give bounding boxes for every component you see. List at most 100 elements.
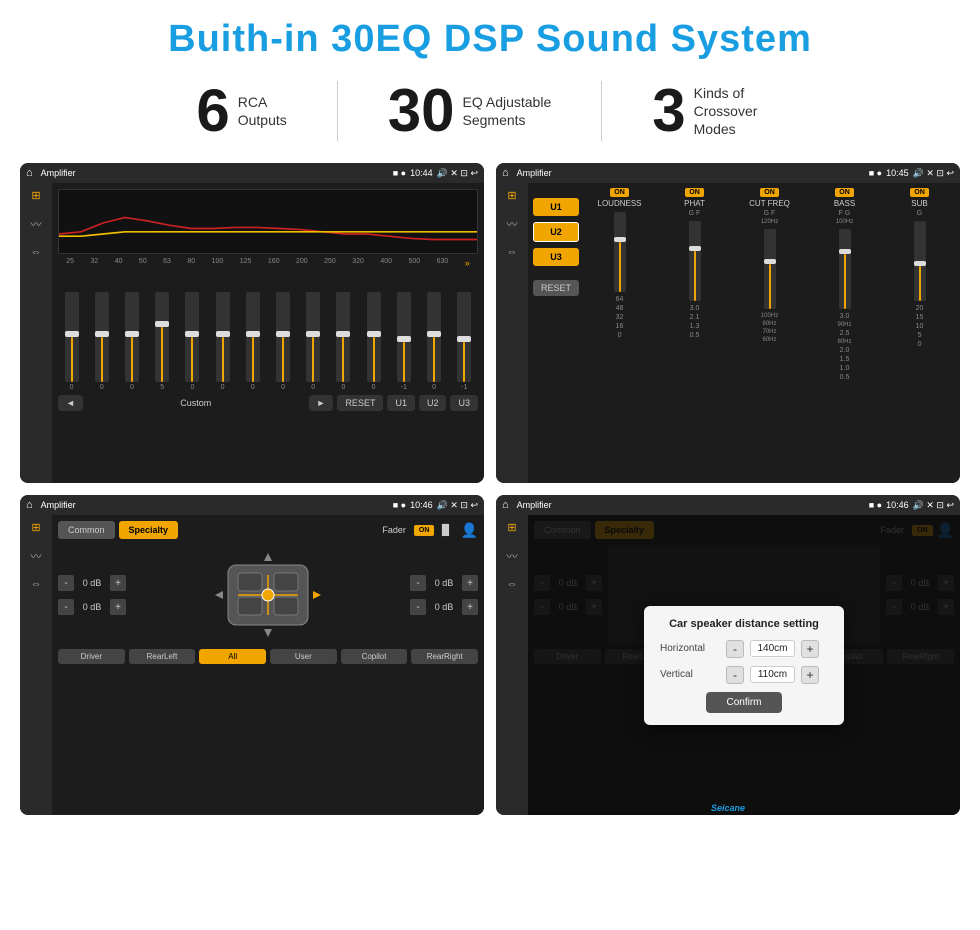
- sidebar-wave-icon[interactable]: 〰: [31, 216, 42, 232]
- u1-btn[interactable]: U1: [387, 395, 415, 411]
- bass-val1: 3.0: [840, 313, 850, 320]
- specialty-tab[interactable]: Specialty: [119, 521, 179, 539]
- slider-track-13[interactable]: [427, 292, 441, 382]
- common-tab[interactable]: Common: [58, 521, 115, 539]
- reset-btn[interactable]: RESET: [337, 395, 383, 411]
- eq-chart-svg: [59, 190, 477, 254]
- slider-track-5[interactable]: [185, 292, 199, 382]
- slider-track-10[interactable]: [336, 292, 350, 382]
- slider-track-1[interactable]: [65, 292, 79, 382]
- slider-track-9[interactable]: [306, 292, 320, 382]
- minus-btn-tr[interactable]: -: [410, 575, 426, 591]
- profile-icon[interactable]: 👤: [461, 522, 478, 539]
- rearright-btn[interactable]: RearRight: [411, 649, 478, 664]
- sidebar-eq-icon-3[interactable]: ⊞: [31, 521, 40, 534]
- bass-freq1: 100Hz: [836, 219, 853, 225]
- plus-btn-tl[interactable]: +: [110, 575, 126, 591]
- stat-eq-number: 30: [388, 81, 455, 141]
- u2-btn[interactable]: U2: [419, 395, 447, 411]
- sidebar-arrows-icon-3[interactable]: ⇔: [31, 578, 42, 590]
- status-bar-3: ⌂ Amplifier ■ ● 10:46 🔊 ✕ ⊡ ↩: [20, 495, 484, 515]
- u2-crossover-btn[interactable]: U2: [533, 222, 579, 242]
- slider-track-4[interactable]: [155, 292, 169, 382]
- phat-slider[interactable]: [689, 221, 701, 301]
- minus-btn-tl[interactable]: -: [58, 575, 74, 591]
- slider-val-9: 0: [311, 384, 315, 391]
- plus-btn-br[interactable]: +: [462, 599, 478, 615]
- sidebar-wave-icon-2[interactable]: 〰: [507, 216, 518, 232]
- top-controls: Common Specialty Fader ON ▐▌ 👤: [58, 521, 478, 539]
- screen-content-1: ⊞ 〰 ⇔ 2532405063 80100125160200 25032040…: [20, 183, 484, 483]
- channel-name-bass: BASS: [834, 199, 855, 208]
- vertical-plus-btn[interactable]: +: [801, 666, 819, 684]
- bass-slider[interactable]: [839, 229, 851, 309]
- slider-col-9: 0: [306, 292, 320, 391]
- bass-val5: 1.0: [840, 365, 850, 372]
- home-icon-4[interactable]: ⌂: [502, 499, 509, 511]
- plus-btn-bl[interactable]: +: [110, 599, 126, 615]
- on-badge-phat[interactable]: ON: [685, 188, 704, 197]
- channel-loudness: ON LOUDNESS 64 48 32 16 0: [584, 188, 655, 478]
- slider-track-11[interactable]: [367, 292, 381, 382]
- sidebar-eq-icon-4[interactable]: ⊞: [507, 521, 516, 534]
- sidebar-wave-icon-4[interactable]: 〰: [507, 548, 518, 564]
- confirm-button[interactable]: Confirm: [706, 692, 781, 713]
- sidebar-1: ⊞ 〰 ⇔: [20, 183, 52, 483]
- slider-track-12[interactable]: [397, 292, 411, 382]
- slider-track-3[interactable]: [125, 292, 139, 382]
- horizontal-plus-btn[interactable]: +: [801, 640, 819, 658]
- sidebar-wave-icon-3[interactable]: 〰: [31, 548, 42, 564]
- next-btn[interactable]: ►: [309, 395, 334, 411]
- cutfreq-freq3: 80Hz: [763, 321, 777, 327]
- vertical-minus-btn[interactable]: -: [726, 666, 744, 684]
- sub-val3: 10: [916, 323, 924, 330]
- sidebar-arrows-icon[interactable]: ⇔: [31, 246, 42, 258]
- slider-track-14[interactable]: [457, 292, 471, 382]
- status-bar-4: ⌂ Amplifier ■ ● 10:46 🔊 ✕ ⊡ ↩: [496, 495, 960, 515]
- copilot-btn[interactable]: Copilot: [341, 649, 408, 664]
- loudness-slider[interactable]: [614, 212, 626, 292]
- on-badge-sub[interactable]: ON: [910, 188, 929, 197]
- sidebar-arrows-icon-4[interactable]: ⇔: [507, 578, 518, 590]
- cutfreq-freq4: 70Hz: [763, 329, 777, 335]
- u1-crossover-btn[interactable]: U1: [533, 198, 579, 216]
- minus-btn-br[interactable]: -: [410, 599, 426, 615]
- on-badge-bass[interactable]: ON: [835, 188, 854, 197]
- sub-slider[interactable]: [914, 221, 926, 301]
- plus-btn-tr[interactable]: +: [462, 575, 478, 591]
- on-badge-cutfreq[interactable]: ON: [760, 188, 779, 197]
- driver-btn[interactable]: Driver: [58, 649, 125, 664]
- speaker-area: - 0 dB + - 0 dB +: [58, 545, 478, 645]
- cutfreq-slider[interactable]: [764, 229, 776, 309]
- sidebar-arrows-icon-2[interactable]: ⇔: [507, 246, 518, 258]
- user-btn[interactable]: User: [270, 649, 337, 664]
- minus-btn-bl[interactable]: -: [58, 599, 74, 615]
- sidebar-eq-icon-2[interactable]: ⊞: [507, 189, 516, 202]
- bass-freq2: 90Hz: [838, 322, 852, 328]
- slider-val-12: -1: [401, 384, 407, 391]
- slider-track-2[interactable]: [95, 292, 109, 382]
- all-btn[interactable]: All: [199, 649, 266, 664]
- prev-btn[interactable]: ◄: [58, 395, 83, 411]
- rearleft-btn[interactable]: RearLeft: [129, 649, 196, 664]
- slider-track-7[interactable]: [246, 292, 260, 382]
- u3-btn[interactable]: U3: [450, 395, 478, 411]
- crossover-reset-btn[interactable]: RESET: [533, 280, 579, 296]
- fader-on-toggle[interactable]: ON: [414, 525, 435, 536]
- status-icon-2: ■ ●: [869, 168, 882, 178]
- screen-fader2: ⌂ Amplifier ■ ● 10:46 🔊 ✕ ⊡ ↩ ⊞ 〰 ⇔ Comm…: [496, 495, 960, 815]
- db-ctrl-tl: - 0 dB +: [58, 575, 126, 591]
- on-badge-loudness[interactable]: ON: [610, 188, 629, 197]
- amplifier-title-2: Amplifier: [517, 168, 865, 178]
- u3-crossover-btn[interactable]: U3: [533, 248, 579, 266]
- slider-col-11: 0: [367, 292, 381, 391]
- loudness-val5: 0: [618, 332, 622, 339]
- home-icon-1[interactable]: ⌂: [26, 167, 33, 179]
- home-icon-3[interactable]: ⌂: [26, 499, 33, 511]
- home-icon-2[interactable]: ⌂: [502, 167, 509, 179]
- sidebar-eq-icon[interactable]: ⊞: [31, 189, 40, 202]
- slider-track-8[interactable]: [276, 292, 290, 382]
- horizontal-minus-btn[interactable]: -: [726, 640, 744, 658]
- loudness-val3: 32: [616, 314, 624, 321]
- slider-track-6[interactable]: [216, 292, 230, 382]
